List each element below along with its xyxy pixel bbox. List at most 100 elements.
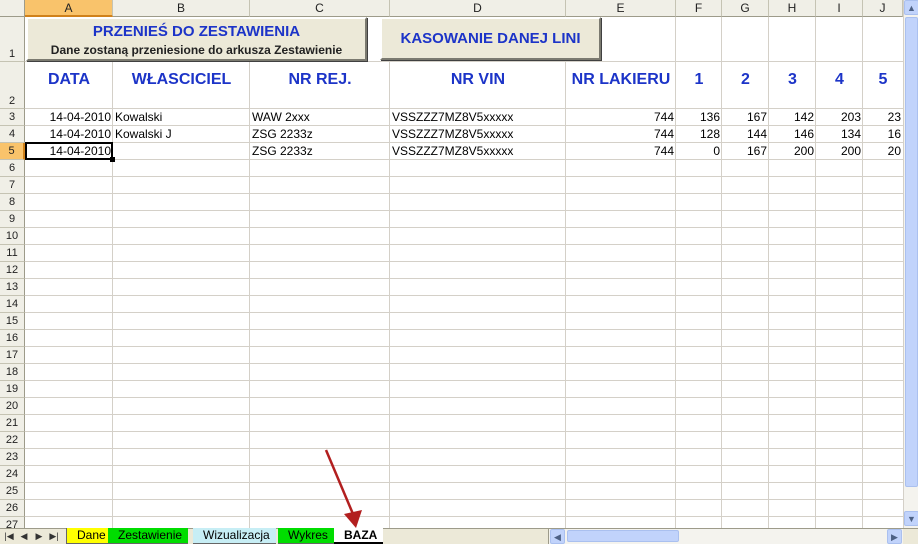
row-header[interactable]: 9 [0,211,25,228]
row-header[interactable]: 21 [0,415,25,432]
row-header[interactable]: 3 [0,109,25,126]
column-header-h[interactable]: H [769,0,816,17]
table-cell-v5[interactable]: 20 [863,143,903,160]
table-cell-v3[interactable]: 142 [769,109,816,126]
column-header-g[interactable]: G [722,0,769,17]
column-header-a[interactable]: A [25,0,113,17]
table-cell-v4[interactable]: 203 [816,109,863,126]
first-sheet-icon[interactable]: |◀ [2,530,16,542]
transfer-to-summary-button[interactable]: PRZENIEŚ DO ZESTAWIENIA Dane zostaną prz… [26,17,367,61]
table-cell-v4[interactable]: 200 [816,143,863,160]
grid-line [862,17,863,528]
column-header-d[interactable]: D [390,0,566,17]
scroll-up-arrow-icon[interactable]: ▲ [904,0,918,15]
table-cell-v3[interactable]: 146 [769,126,816,143]
prev-sheet-icon[interactable]: ◀ [17,530,31,542]
table-cell-owner[interactable]: Kowalski [113,109,250,126]
table-cell-owner[interactable]: Kowalski J [113,126,250,143]
table-cell-v1[interactable]: 128 [676,126,722,143]
row-header[interactable]: 1 [0,17,25,62]
grid-line [25,414,903,415]
row-header[interactable]: 22 [0,432,25,449]
sheet-tab-baza[interactable]: BAZA [334,528,384,544]
row-header[interactable]: 14 [0,296,25,313]
table-cell-paint[interactable]: 744 [566,126,676,143]
arrow-head [344,510,362,528]
last-sheet-icon[interactable]: ▶| [47,530,61,542]
column-header-e[interactable]: E [566,0,676,17]
sheet-tab-dane[interactable]: Dane [66,528,112,544]
table-cell-paint[interactable]: 744 [566,143,676,160]
row-header[interactable]: 20 [0,398,25,415]
table-cell-v5[interactable]: 16 [863,126,903,143]
row-header[interactable]: 8 [0,194,25,211]
row-header[interactable]: 16 [0,330,25,347]
active-cell-a5[interactable] [25,142,113,160]
column-header-b[interactable]: B [113,0,250,17]
vertical-scrollbar[interactable]: ▲ ▼ [903,0,918,528]
row-header[interactable]: 23 [0,449,25,466]
grid-line [721,17,722,528]
table-cell-v1[interactable]: 136 [676,109,722,126]
row-header[interactable]: 11 [0,245,25,262]
row-header[interactable]: 18 [0,364,25,381]
grid-line [25,448,903,449]
column-header-f[interactable]: F [676,0,722,17]
column-header-j[interactable]: J [863,0,903,17]
horizontal-scrollbar[interactable]: ◀ ▶ [548,529,903,544]
row-header[interactable]: 26 [0,500,25,517]
row-header[interactable]: 24 [0,466,25,483]
header-data: DATA [47,72,91,88]
grid-line [249,17,250,528]
row-header[interactable]: 17 [0,347,25,364]
table-cell-date[interactable]: 14-04-2010 [25,109,113,126]
scroll-down-arrow-icon[interactable]: ▼ [904,511,918,526]
table-cell-vin[interactable]: VSSZZZ7MZ8V5xxxxx [390,143,566,160]
delete-line-button[interactable]: KASOWANIE DANEJ LINI [380,17,601,60]
row-header[interactable]: 13 [0,279,25,296]
row-header[interactable]: 25 [0,483,25,500]
table-cell-v2[interactable]: 144 [722,126,769,143]
row-header[interactable]: 4 [0,126,25,143]
table-cell-v2[interactable]: 167 [722,109,769,126]
row-header[interactable]: 5 [0,143,25,160]
grid-line [25,516,903,517]
sheet-tab-wizualizacja[interactable]: Wizualizacja [193,528,276,544]
table-cell-vin[interactable]: VSSZZZ7MZ8V5xxxxx [390,126,566,143]
grid-line [815,17,816,528]
row-header[interactable]: 7 [0,177,25,194]
table-cell-v3[interactable]: 200 [769,143,816,160]
sheet-tab-wykres[interactable]: Wykres [278,528,334,544]
sheet-tab-zestawienie[interactable]: Zestawienie [108,528,189,544]
table-cell-v1[interactable]: 0 [676,143,722,160]
table-cell-paint[interactable]: 744 [566,109,676,126]
table-cell-v5[interactable]: 23 [863,109,903,126]
arrow-shaft [324,449,355,515]
column-header-c[interactable]: C [250,0,390,17]
table-cell-date[interactable]: 14-04-2010 [25,126,113,143]
horizontal-scroll-thumb[interactable] [567,530,679,542]
row-header[interactable]: 10 [0,228,25,245]
table-cell-owner[interactable] [113,143,250,160]
header-measure-5: 5 [878,72,888,88]
table-cell-v4[interactable]: 134 [816,126,863,143]
table-cell-reg[interactable]: ZSG 2233z [250,126,390,143]
table-cell-reg[interactable]: WAW 2xxx [250,109,390,126]
header-measure-2: 2 [741,72,750,88]
row-header[interactable]: 12 [0,262,25,279]
next-sheet-icon[interactable]: ▶ [32,530,46,542]
header-paint-no: NR LAKIERU [571,72,671,88]
table-cell-vin[interactable]: VSSZZZ7MZ8V5xxxxx [390,109,566,126]
column-header-i[interactable]: I [816,0,863,17]
select-all-corner[interactable] [0,0,25,17]
row-header[interactable]: 6 [0,160,25,177]
row-header[interactable]: 2 [0,62,25,109]
scroll-left-arrow-icon[interactable]: ◀ [550,529,565,544]
row-header[interactable]: 15 [0,313,25,330]
fill-handle[interactable] [110,157,115,162]
scroll-right-arrow-icon[interactable]: ▶ [887,529,902,544]
row-header[interactable]: 19 [0,381,25,398]
table-cell-v2[interactable]: 167 [722,143,769,160]
vertical-scroll-thumb[interactable] [905,17,918,487]
table-cell-reg[interactable]: ZSG 2233z [250,143,390,160]
